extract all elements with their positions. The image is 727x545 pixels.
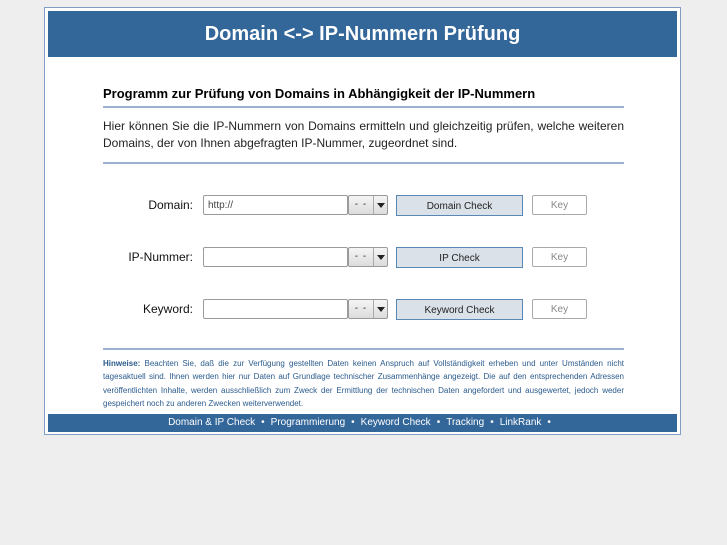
- domain-row: Domain: - - Domain Check Key: [103, 195, 624, 217]
- separator: •: [351, 417, 355, 428]
- separator: •: [490, 417, 494, 428]
- keyword-row: Keyword: - - Keyword Check Key: [103, 299, 624, 321]
- main-panel: Domain <-> IP-Nummern Prüfung Programm z…: [44, 7, 681, 435]
- domain-check-button[interactable]: Domain Check: [396, 195, 523, 216]
- keyword-input[interactable]: [203, 299, 348, 319]
- domain-select[interactable]: - -: [348, 195, 388, 215]
- footer-link-domain-ip-check[interactable]: Domain & IP Check: [168, 417, 255, 428]
- footer-link-programmierung[interactable]: Programmierung: [271, 417, 345, 428]
- keyword-key-button[interactable]: Key: [532, 299, 587, 319]
- keyword-label: Keyword:: [142, 302, 193, 316]
- domain-select-value: - -: [349, 196, 374, 214]
- notes-label: Hinweise:: [103, 359, 141, 368]
- domain-key-button[interactable]: Key: [532, 195, 587, 215]
- keyword-check-button[interactable]: Keyword Check: [396, 299, 523, 320]
- domain-input[interactable]: [203, 195, 348, 215]
- separator: •: [547, 417, 551, 428]
- separator: •: [261, 417, 265, 428]
- ip-input[interactable]: [203, 247, 348, 267]
- footer-link-linkrank[interactable]: LinkRank: [500, 417, 542, 428]
- divider: [103, 162, 624, 164]
- notes-text: Beachten Sie, daß die zur Verfügung gest…: [103, 359, 624, 408]
- keyword-select-value: - -: [349, 300, 374, 318]
- intro-text: Hier können Sie die IP-Nummern von Domai…: [103, 119, 624, 150]
- ip-key-button[interactable]: Key: [532, 247, 587, 267]
- separator: •: [436, 417, 441, 428]
- keyword-select[interactable]: - -: [348, 299, 388, 319]
- footer-link-keyword-check[interactable]: Keyword Check: [361, 417, 431, 428]
- section-subtitle: Programm zur Prüfung von Domains in Abhä…: [103, 86, 536, 101]
- ip-select-value: - -: [349, 248, 374, 266]
- chevron-down-icon[interactable]: [374, 300, 387, 318]
- ip-select[interactable]: - -: [348, 247, 388, 267]
- ip-check-button[interactable]: IP Check: [396, 247, 523, 268]
- chevron-down-icon[interactable]: [374, 248, 387, 266]
- content-area: Programm zur Prüfung von Domains in Abhä…: [103, 86, 624, 350]
- page-title: Domain <-> IP-Nummern Prüfung: [48, 11, 677, 57]
- ip-label: IP-Nummer:: [128, 250, 193, 264]
- chevron-down-icon[interactable]: [374, 196, 387, 214]
- footer-link-tracking[interactable]: Tracking: [446, 417, 484, 428]
- disclaimer-notes: Hinweise: Beachten Sie, daß die zur Verf…: [103, 357, 624, 410]
- ip-row: IP-Nummer: - - IP Check Key: [103, 247, 624, 269]
- domain-label: Domain:: [148, 198, 193, 212]
- divider: [103, 106, 624, 108]
- footer-nav: Domain & IP Check • Programmierung • Keyword…: [48, 414, 677, 432]
- divider: [103, 348, 624, 350]
